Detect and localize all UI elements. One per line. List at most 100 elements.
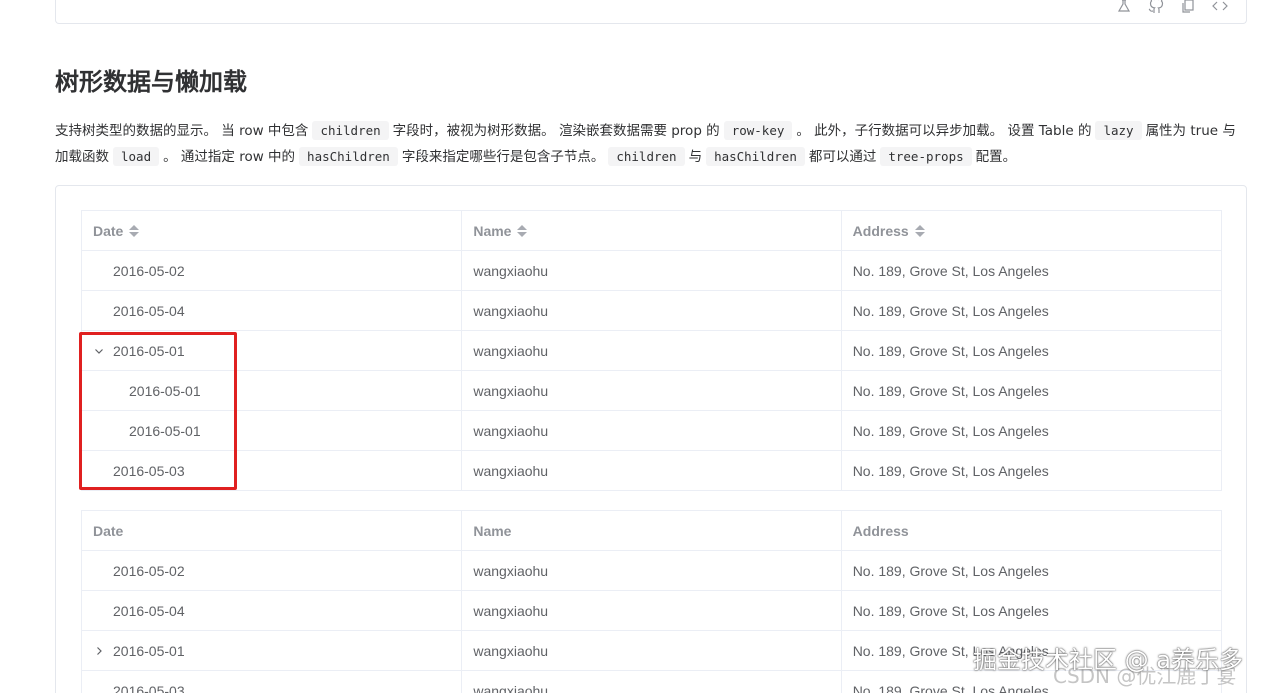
address-value: No. 189, Grove St, Los Angeles [852, 382, 1049, 399]
address-cell: No. 189, Grove St, Los Angeles [842, 411, 1221, 450]
inline-code: load [113, 147, 160, 166]
address-value: No. 189, Grove St, Los Angeles [852, 342, 1049, 359]
inline-code: children [312, 121, 389, 140]
date-value: 2016-05-04 [113, 302, 185, 319]
table-row[interactable]: 2016-05-03 wangxiaohu No. 189, Grove St, L… [82, 451, 1221, 491]
table-header-row: Date Name Address [82, 211, 1221, 251]
address-cell: No. 189, Grove St, Los Angeles [842, 551, 1221, 590]
inline-code: children [608, 147, 685, 166]
name-cell: wangxiaohu [462, 331, 842, 370]
description-text: 字段来指定哪些行是包含子节点。 [401, 149, 605, 165]
column-header-name: Name [462, 511, 842, 550]
column-header-label: Date [93, 522, 124, 539]
name-cell: wangxiaohu [462, 291, 842, 330]
name-cell: wangxiaohu [462, 671, 842, 693]
date-cell: 2016-05-04 [82, 291, 463, 330]
date-cell: 2016-05-03 [82, 451, 463, 490]
github-icon[interactable] [1148, 0, 1164, 14]
date-cell: 2016-05-03 [82, 671, 463, 693]
name-value: wangxiaohu [473, 302, 549, 319]
date-value: 2016-05-01 [113, 642, 185, 659]
address-value: No. 189, Grove St, Los Angeles [852, 262, 1049, 279]
address-value: No. 189, Grove St, Los Angeles [852, 562, 1049, 579]
inline-code: hasChildren [706, 147, 805, 166]
name-value: wangxiaohu [473, 602, 549, 619]
chevron-down-icon[interactable] [93, 345, 113, 357]
sort-caret-icon[interactable] [129, 224, 140, 238]
name-cell: wangxiaohu [462, 371, 842, 410]
column-header-date: Date [82, 511, 463, 550]
date-cell: 2016-05-01 [82, 331, 463, 370]
table-header-row: Date Name Address [82, 511, 1221, 551]
table-row[interactable]: 2016-05-02 wangxiaohu No. 189, Grove St, L… [82, 551, 1221, 591]
table-row[interactable]: 2016-05-02 wangxiaohu No. 189, Grove St, L… [82, 251, 1221, 291]
section-title: 树形数据与懒加载 [55, 68, 247, 96]
column-header-label: Date [93, 222, 124, 239]
watermark-primary: 掘金技术社区 @ a养乐多 [973, 646, 1243, 674]
column-header-name[interactable]: Name [462, 211, 842, 250]
name-cell: wangxiaohu [462, 411, 842, 450]
table-row[interactable]: 2016-05-01 wangxiaohu No. 189, Grove St, L… [82, 331, 1221, 371]
address-cell: No. 189, Grove St, Los Angeles [842, 331, 1221, 370]
name-value: wangxiaohu [473, 562, 549, 579]
date-value: 2016-05-02 [113, 262, 185, 279]
column-header-label: Address [852, 522, 909, 539]
sort-caret-icon[interactable] [914, 224, 925, 238]
date-value: 2016-05-04 [113, 602, 185, 619]
description-text: 。 通过指定 row 中的 [163, 149, 296, 165]
table-row[interactable]: 2016-05-01 wangxiaohu No. 189, Grove St, L… [82, 411, 1221, 451]
name-cell: wangxiaohu [462, 251, 842, 290]
column-header-address: Address [842, 511, 1221, 550]
inline-code: row-key [723, 121, 793, 140]
name-value: wangxiaohu [473, 422, 549, 439]
demo-toolbar [1116, 0, 1228, 14]
inline-code: hasChildren [299, 147, 398, 166]
name-cell: wangxiaohu [462, 551, 842, 590]
description-text: 支持树类型的数据的显示。 当 row 中包含 [55, 123, 309, 139]
copy-icon[interactable] [1180, 0, 1196, 14]
name-cell: wangxiaohu [462, 591, 842, 630]
column-header-date[interactable]: Date [82, 211, 463, 250]
address-cell: No. 189, Grove St, Los Angeles [842, 251, 1221, 290]
column-header-address[interactable]: Address [842, 211, 1221, 250]
section-description: 支持树类型的数据的显示。 当 row 中包含 children 字段时，被视为树形数… [55, 118, 1245, 170]
date-value: 2016-05-01 [129, 382, 201, 399]
address-cell: No. 189, Grove St, Los Angeles [842, 591, 1221, 630]
name-value: wangxiaohu [473, 682, 549, 693]
date-value: 2016-05-02 [113, 562, 185, 579]
address-cell: No. 189, Grove St, Los Angeles [842, 371, 1221, 410]
code-icon[interactable] [1212, 0, 1228, 14]
table-row[interactable]: 2016-05-01 wangxiaohu No. 189, Grove St, L… [82, 371, 1221, 411]
address-value: No. 189, Grove St, Los Angeles [852, 682, 1049, 693]
date-cell: 2016-05-02 [82, 551, 463, 590]
description-text: 。 此外，子行数据可以异步加载。 设置 Table 的 [796, 123, 1092, 139]
inline-code: tree-props [880, 147, 972, 166]
date-value: 2016-05-01 [113, 342, 185, 359]
chevron-right-icon[interactable] [93, 645, 113, 657]
address-value: No. 189, Grove St, Los Angeles [852, 602, 1049, 619]
name-value: wangxiaohu [473, 342, 549, 359]
description-text: 与 [688, 149, 703, 165]
date-cell: 2016-05-01 [82, 631, 463, 670]
table-row[interactable]: 2016-05-04 wangxiaohu No. 189, Grove St, L… [82, 291, 1221, 331]
previous-demo-footer [55, 0, 1247, 24]
date-cell: 2016-05-04 [82, 591, 463, 630]
name-value: wangxiaohu [473, 262, 549, 279]
name-cell: wangxiaohu [462, 451, 842, 490]
date-cell: 2016-05-02 [82, 251, 463, 290]
description-text: 字段时，被视为树形数据。 渲染嵌套数据需要 prop 的 [392, 123, 720, 139]
description-text: 配置。 [975, 149, 1017, 165]
name-value: wangxiaohu [473, 642, 549, 659]
address-cell: No. 189, Grove St, Los Angeles [842, 291, 1221, 330]
date-value: 2016-05-03 [113, 682, 185, 693]
address-value: No. 189, Grove St, Los Angeles [852, 462, 1049, 479]
date-cell: 2016-05-01 [82, 371, 463, 410]
address-cell: No. 189, Grove St, Los Angeles [842, 451, 1221, 490]
column-header-label: Name [473, 522, 512, 539]
name-value: wangxiaohu [473, 382, 549, 399]
sort-caret-icon[interactable] [517, 224, 528, 238]
name-cell: wangxiaohu [462, 631, 842, 670]
inline-code: lazy [1095, 121, 1142, 140]
flask-icon[interactable] [1116, 0, 1132, 14]
table-row[interactable]: 2016-05-04 wangxiaohu No. 189, Grove St, L… [82, 591, 1221, 631]
